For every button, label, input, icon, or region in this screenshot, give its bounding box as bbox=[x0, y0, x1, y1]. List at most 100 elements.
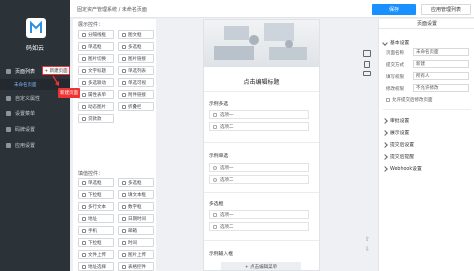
monitor-preview-icon[interactable] bbox=[363, 71, 371, 76]
chevron-right-icon bbox=[382, 141, 388, 148]
control-icon bbox=[82, 116, 86, 121]
option-row[interactable]: 选项二 bbox=[209, 122, 309, 131]
control-icon bbox=[122, 80, 126, 85]
page-name-input[interactable]: 未命名页面 bbox=[413, 48, 469, 56]
properties-title: 页面设置 bbox=[379, 19, 474, 29]
palette-item[interactable]: 邮箱 bbox=[118, 226, 154, 235]
question-label[interactable]: 示例多选 bbox=[209, 100, 228, 107]
fill-permission-select[interactable]: 所有人 bbox=[413, 72, 469, 80]
option-row[interactable]: 选项一 bbox=[209, 210, 309, 219]
field-label: 填写权限 bbox=[386, 75, 404, 80]
app-logo bbox=[26, 18, 46, 38]
palette-item[interactable]: 表格控件 bbox=[118, 262, 154, 271]
divider bbox=[204, 240, 319, 241]
desktop-preview-icon[interactable] bbox=[363, 50, 371, 57]
option-row[interactable]: 选项一 bbox=[209, 163, 309, 172]
palette-item[interactable]: 折叠栏 bbox=[118, 102, 154, 111]
palette-item[interactable]: 文字标题 bbox=[78, 66, 114, 75]
control-icon bbox=[82, 68, 86, 73]
palette-item[interactable]: 地址 bbox=[78, 214, 114, 223]
palette-item[interactable]: 附件链接 bbox=[118, 90, 154, 99]
palette-item[interactable]: 填文本框 bbox=[118, 190, 154, 199]
palette-item[interactable]: 时间 bbox=[118, 238, 154, 247]
sidebar-item-menu-settings[interactable]: 设置菜单 bbox=[0, 108, 70, 119]
pointer-arrow-icon bbox=[52, 75, 59, 86]
control-icon bbox=[82, 92, 86, 97]
app-manager-list-button[interactable]: 应用管理列表 bbox=[421, 4, 471, 15]
control-icon bbox=[122, 204, 126, 209]
question-label[interactable]: 示例输入框 bbox=[209, 250, 233, 257]
palette-item[interactable]: 贷款款 bbox=[78, 114, 114, 123]
control-icon bbox=[122, 92, 126, 97]
submit-mode-select[interactable]: 新建 bbox=[413, 60, 469, 68]
palette-item[interactable]: 数字框 bbox=[118, 202, 154, 211]
radio-icon bbox=[213, 165, 217, 170]
question-label[interactable]: 示例单选 bbox=[209, 152, 228, 159]
after-submit-reminder-group[interactable]: 提交后提醒 bbox=[382, 153, 414, 160]
chevron-right-icon bbox=[382, 165, 388, 172]
palette-item[interactable]: 单选可视 bbox=[118, 78, 154, 87]
scroll-up-icon[interactable]: ⇧ bbox=[365, 236, 370, 243]
palette-item[interactable]: 属性表单 bbox=[78, 90, 114, 99]
after-submit-settings-group[interactable]: 提交后设置 bbox=[382, 141, 414, 148]
properties-panel: 页面设置 基本设置 页面名称 未命名页面 提交方式 新建 填写权限 所有人 修改… bbox=[378, 19, 474, 271]
checkbox-icon bbox=[386, 98, 390, 102]
control-icon bbox=[122, 56, 126, 61]
palette-item[interactable]: 图片上传 bbox=[118, 250, 154, 259]
checkbox-icon bbox=[213, 224, 217, 229]
palette-item[interactable]: 分隔线框 bbox=[78, 30, 114, 39]
save-button[interactable]: 保存 bbox=[372, 4, 416, 15]
control-icon bbox=[82, 32, 86, 37]
page-canvas: 点击编辑标题 示例多选 选项一 选项二 示例单选 选项一 选项二 多选框 选项一… bbox=[203, 19, 320, 271]
banner-image[interactable] bbox=[204, 20, 319, 67]
palette-item[interactable]: 图片链接 bbox=[118, 54, 154, 63]
palette-item[interactable]: 图文框 bbox=[118, 30, 154, 39]
option-row[interactable]: 选项二 bbox=[209, 222, 309, 231]
palette-item[interactable]: 下拉框 bbox=[78, 190, 114, 199]
edit-permission-select[interactable]: 不允许修改 bbox=[413, 84, 469, 92]
sidebar-item-qr-settings[interactable]: 码牌设置 bbox=[0, 124, 70, 135]
option-row[interactable]: 选项二 bbox=[209, 175, 309, 184]
control-icon bbox=[122, 264, 126, 269]
display-controls-title: 展示控件： bbox=[78, 22, 104, 28]
radio-icon bbox=[213, 177, 217, 182]
control-icon bbox=[122, 228, 126, 233]
display-settings-group[interactable]: 展示设置 bbox=[382, 129, 409, 136]
allow-edit-checkbox[interactable]: 允许提交后修改页面 bbox=[386, 97, 433, 103]
question-label[interactable]: 多选框 bbox=[209, 200, 223, 207]
menu-icon bbox=[6, 111, 11, 116]
tablet-preview-icon[interactable] bbox=[364, 61, 370, 68]
palette-item[interactable]: 单选框 bbox=[78, 178, 114, 187]
chevron-right-icon bbox=[382, 153, 388, 160]
chevron-right-icon bbox=[382, 117, 388, 124]
page-list-icon bbox=[6, 69, 11, 74]
scroll-down-icon[interactable]: ⇩ bbox=[365, 246, 370, 253]
palette-item[interactable]: 文件上传 bbox=[78, 250, 114, 259]
palette-item[interactable]: 日期时间 bbox=[118, 214, 154, 223]
palette-item[interactable]: 动态图片 bbox=[78, 102, 114, 111]
sidebar-item-app-settings[interactable]: 应用设置 bbox=[0, 140, 70, 151]
qr-code-icon bbox=[6, 127, 11, 132]
palette-item[interactable]: 多行文本 bbox=[78, 202, 114, 211]
palette-item[interactable]: 图片切换 bbox=[78, 54, 114, 63]
palette-item[interactable]: 单选列表 bbox=[118, 66, 154, 75]
control-icon bbox=[122, 44, 126, 49]
webhook-settings-group[interactable]: Webhook设置 bbox=[382, 165, 422, 172]
palette-item[interactable]: 多选框 bbox=[118, 178, 154, 187]
option-row[interactable]: 选项一 bbox=[209, 110, 309, 119]
control-icon bbox=[82, 204, 86, 209]
palette-item[interactable]: 地址选择 bbox=[78, 262, 114, 271]
add-menu-button[interactable]: + 点击编辑菜单 bbox=[221, 262, 301, 270]
page-title[interactable]: 点击编辑标题 bbox=[204, 77, 319, 86]
new-page-tooltip: 新建页面 bbox=[58, 88, 80, 98]
new-page-button[interactable]: + 新建页面 bbox=[42, 66, 70, 75]
gear-icon bbox=[6, 143, 11, 148]
palette-item[interactable]: 手机 bbox=[78, 226, 114, 235]
basic-settings-group[interactable]: 基本设置 bbox=[382, 39, 409, 46]
palette-item[interactable]: 下拉框 bbox=[78, 238, 114, 247]
palette-item[interactable]: 单选框 bbox=[78, 42, 114, 51]
approval-settings-group[interactable]: 审批设置 bbox=[382, 117, 409, 124]
control-icon bbox=[122, 68, 126, 73]
palette-item[interactable]: 多选框 bbox=[118, 42, 154, 51]
palette-item[interactable]: 多选联动 bbox=[78, 78, 114, 87]
